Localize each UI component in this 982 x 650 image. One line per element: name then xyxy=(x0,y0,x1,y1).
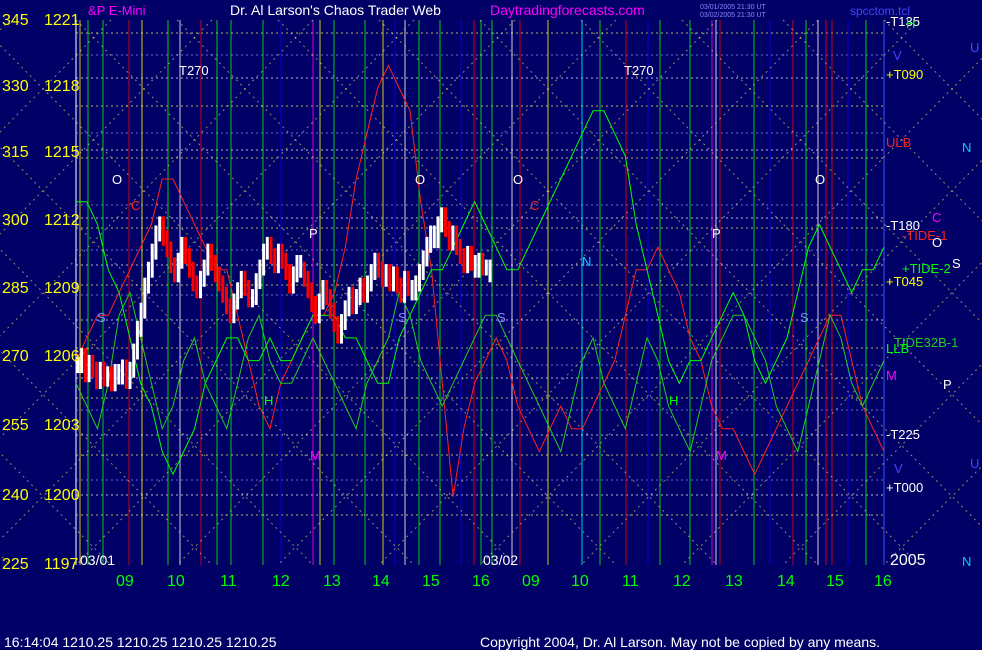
chart-marker-label: T270 xyxy=(624,63,654,78)
x-tick-label: 11 xyxy=(220,573,237,590)
chart-marker-label: C xyxy=(530,198,539,213)
right-letter-label: U xyxy=(970,456,979,471)
chart-marker-label: O xyxy=(815,172,825,187)
right-axis-label: LLB xyxy=(886,341,909,356)
diagonal-grid-line xyxy=(782,19,982,222)
chart-marker-label: T270 xyxy=(179,63,209,78)
y-left-tick-label: 270 xyxy=(2,348,29,365)
right-letter-label: U xyxy=(970,40,979,55)
chart-marker-label: H xyxy=(264,393,273,408)
right-axis-label: M xyxy=(886,368,897,383)
chart-marker-label: S xyxy=(800,310,809,325)
y-price-tick-label: 1206 xyxy=(44,348,80,365)
y-left-tick-label: 285 xyxy=(2,280,29,297)
x-tick-label: 10 xyxy=(167,573,185,590)
y-price-tick-label: 1197 xyxy=(44,556,79,573)
label-layer: 3453303153002852702552402251221121812151… xyxy=(2,12,979,590)
right-letter-label: O xyxy=(932,235,942,250)
chart-marker-label: M xyxy=(716,448,727,463)
x-tick-label: 12 xyxy=(272,573,290,590)
right-letter-label: N xyxy=(962,554,971,569)
x-tick-label: 09 xyxy=(116,573,134,590)
right-axis-label: +T090 xyxy=(886,67,923,82)
chart-marker-label: P xyxy=(712,226,721,241)
chart-marker-label: S xyxy=(398,310,407,325)
y-left-tick-label: 315 xyxy=(2,144,29,161)
y-price-tick-label: 1221 xyxy=(44,12,80,29)
x-tick-label: 13 xyxy=(323,573,341,590)
site-link[interactable]: Daytradingforecasts.com xyxy=(490,2,645,18)
right-letter-label: C xyxy=(932,210,941,225)
timestamp-start: 03/01/2005 21:30 UT xyxy=(700,4,766,11)
price-layer xyxy=(76,207,492,392)
y-price-tick-label: 1212 xyxy=(44,212,80,229)
x-tick-label: 13 xyxy=(725,573,743,590)
right-letter-label: V xyxy=(893,48,902,63)
right-axis-label: +T000 xyxy=(886,480,923,495)
chart-marker-label: C xyxy=(131,198,140,213)
script-tag: spcctom.tcl xyxy=(850,4,910,18)
x-tick-label: 10 xyxy=(571,573,589,590)
y-price-tick-label: 1209 xyxy=(44,280,80,297)
chart-marker-label: M xyxy=(310,448,321,463)
chart-title: &P E-Mini xyxy=(88,3,146,18)
chart-marker-label: O xyxy=(513,172,523,187)
x-tick-label: 14 xyxy=(777,573,795,590)
chart-canvas: 3453303153002852702552402251221121812151… xyxy=(0,2,982,650)
chart-marker-label: H xyxy=(669,393,678,408)
right-axis-label: +T045 xyxy=(886,274,923,289)
right-axis-label: -T225 xyxy=(886,427,920,442)
y-price-tick-label: 1200 xyxy=(44,487,80,504)
copyright: Copyright 2004, Dr. Al Larson. May not b… xyxy=(480,634,880,650)
right-letter-label: S xyxy=(952,256,961,271)
y-left-tick-label: 330 xyxy=(2,78,29,95)
chart-marker-label: O xyxy=(112,172,122,187)
right-letter-label: P xyxy=(943,377,952,392)
y-left-tick-label: 345 xyxy=(2,12,29,29)
quote-line: 16:14:04 1210.25 1210.25 1210.25 1210.25 xyxy=(4,634,277,650)
chart-marker-label: S xyxy=(497,310,506,325)
x-tick-label: 12 xyxy=(673,573,691,590)
timestamp-end: 03/02/2005 21:30 UT xyxy=(700,12,766,19)
x-tick-label: 16 xyxy=(874,573,892,590)
right-letter-label: N xyxy=(962,140,971,155)
y-price-tick-label: 1218 xyxy=(44,78,80,95)
chart-marker-label: P xyxy=(309,226,318,241)
x-tick-label: 14 xyxy=(372,573,390,590)
x-tick-label: 15 xyxy=(422,573,440,590)
year-label: 2005 xyxy=(890,552,926,569)
x-tick-label: 16 xyxy=(472,573,490,590)
y-left-tick-label: 300 xyxy=(2,212,29,229)
y-left-tick-label: 255 xyxy=(2,417,29,434)
right-axis-label: ULB xyxy=(886,135,911,150)
chart-marker-label: S xyxy=(97,310,106,325)
chart-marker-label: N xyxy=(582,254,591,269)
right-axis-label: V xyxy=(894,461,903,476)
y-left-tick-label: 240 xyxy=(2,487,29,504)
date-label: 03/02 xyxy=(483,552,518,568)
y-price-tick-label: 1215 xyxy=(44,144,80,161)
x-tick-label: 11 xyxy=(622,573,639,590)
chart-marker-label: O xyxy=(415,172,425,187)
x-tick-label: 09 xyxy=(522,573,540,590)
x-tick-label: 15 xyxy=(826,573,844,590)
site-title: Dr. Al Larson's Chaos Trader Web xyxy=(230,2,441,18)
date-label: 03/01 xyxy=(80,552,115,568)
y-left-tick-label: 225 xyxy=(2,556,29,573)
y-price-tick-label: 1203 xyxy=(44,417,80,434)
right-letter-label: H xyxy=(906,16,915,31)
diagonal-grid-line xyxy=(782,363,982,566)
